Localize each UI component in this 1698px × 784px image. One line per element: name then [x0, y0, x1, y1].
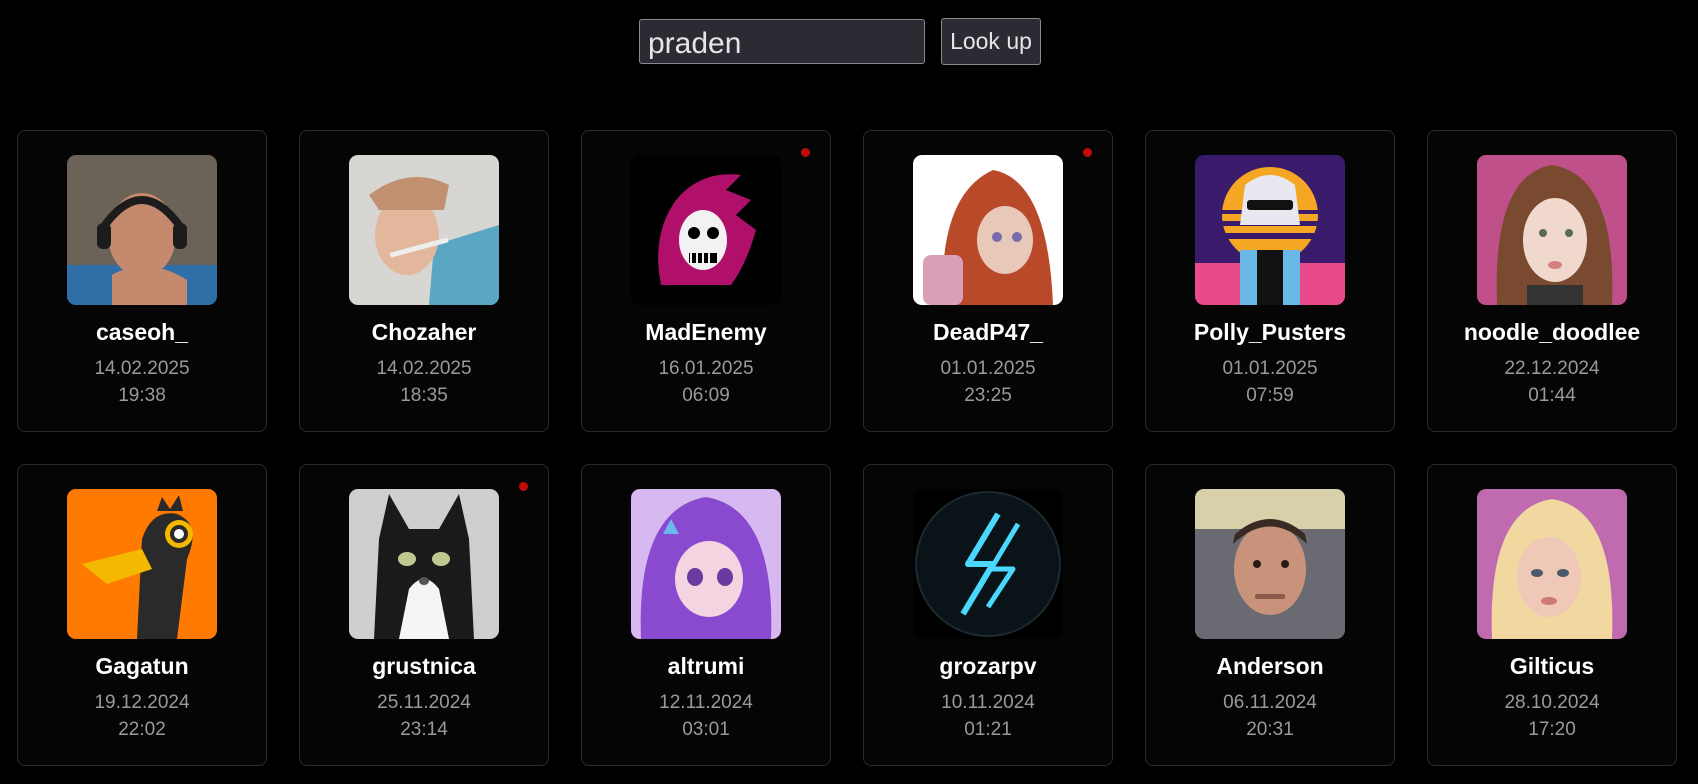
streamer-time: 23:25	[964, 385, 1012, 406]
streamer-date: 14.02.2025	[94, 358, 190, 379]
blonde-girl-avatar	[1477, 489, 1627, 639]
streamer-card[interactable]: DeadP47_ 01.01.2025 23:25	[863, 130, 1113, 432]
streamer-name: caseoh_	[95, 319, 189, 345]
look-up-button[interactable]: Look up	[941, 18, 1041, 65]
streamer-card[interactable]: Gilticus 28.10.2024 17:20	[1427, 464, 1677, 766]
streamer-card[interactable]: MadEnemy 16.01.2025 06:09	[581, 130, 831, 432]
streamer-grid: caseoh_ 14.02.2025 19:38 Chozaher 14.02.…	[17, 130, 1677, 766]
black-duck-avatar	[67, 489, 217, 639]
streamer-name: altrumi	[667, 653, 745, 679]
streamer-card[interactable]: altrumi 12.11.2024 03:01	[581, 464, 831, 766]
streamer-card[interactable]: noodle_doodlee 22.12.2024 01:44	[1427, 130, 1677, 432]
man-with-headphones-avatar	[67, 155, 217, 305]
search-input[interactable]	[639, 19, 925, 64]
streamer-card[interactable]: Anderson 06.11.2024 20:31	[1145, 464, 1395, 766]
streamer-name: Anderson	[1216, 653, 1324, 679]
streamer-card[interactable]: grozarpv 10.11.2024 01:21	[863, 464, 1113, 766]
live-indicator	[1083, 148, 1092, 157]
streamer-time: 18:35	[400, 385, 448, 406]
streamer-name: Chozaher	[371, 319, 477, 345]
streamer-time: 23:14	[400, 719, 448, 740]
man-on-pillow-avatar	[1195, 489, 1345, 639]
streamer-time: 07:59	[1246, 385, 1294, 406]
streamer-time: 17:20	[1528, 719, 1576, 740]
streamer-date: 25.11.2024	[377, 692, 471, 713]
streamer-card[interactable]: grustnica 25.11.2024 23:14	[299, 464, 549, 766]
streamer-name: grozarpv	[939, 653, 1037, 679]
streamer-date: 19.12.2024	[94, 692, 190, 713]
streamer-name: noodle_doodlee	[1463, 319, 1641, 345]
streamer-card[interactable]: Gagatun 19.12.2024 22:02	[17, 464, 267, 766]
streamer-date: 22.12.2024	[1504, 358, 1600, 379]
streamer-time: 01:44	[1528, 385, 1576, 406]
streamer-date: 28.10.2024	[1504, 692, 1600, 713]
live-indicator	[801, 148, 810, 157]
black-white-cat-avatar	[349, 489, 499, 639]
streamer-date: 10.11.2024	[941, 692, 1035, 713]
hooded-skull-avatar	[631, 155, 781, 305]
anime-redhead-avatar	[913, 155, 1063, 305]
streamer-card[interactable]: caseoh_ 14.02.2025 19:38	[17, 130, 267, 432]
streamer-name: grustnica	[372, 653, 476, 679]
streamer-date: 12.11.2024	[659, 692, 753, 713]
streamer-time: 19:38	[118, 385, 166, 406]
streamer-date: 01.01.2025	[1222, 358, 1318, 379]
streamer-name: MadEnemy	[645, 319, 767, 345]
streamer-name: Gagatun	[95, 653, 189, 679]
cosplay-girl-avatar	[1477, 155, 1627, 305]
streamer-date: 14.02.2025	[376, 358, 472, 379]
streamer-name: DeadP47_	[933, 319, 1043, 345]
streamer-name: Gilticus	[1509, 653, 1595, 679]
child-with-thermometer-avatar	[349, 155, 499, 305]
live-indicator	[519, 482, 528, 491]
streamer-name: Polly_Pusters	[1193, 319, 1347, 345]
streamer-date: 16.01.2025	[658, 358, 754, 379]
streamer-time: 01:21	[964, 719, 1012, 740]
synthwave-girl-avatar	[1195, 155, 1345, 305]
blue-lightning-avatar	[913, 489, 1063, 639]
anime-purple-hair-avatar	[631, 489, 781, 639]
streamer-card[interactable]: Chozaher 14.02.2025 18:35	[299, 130, 549, 432]
streamer-time: 20:31	[1246, 719, 1294, 740]
streamer-time: 22:02	[118, 719, 166, 740]
streamer-time: 03:01	[682, 719, 730, 740]
streamer-time: 06:09	[682, 385, 730, 406]
search-bar: Look up	[639, 18, 1041, 65]
streamer-card[interactable]: Polly_Pusters 01.01.2025 07:59	[1145, 130, 1395, 432]
streamer-date: 01.01.2025	[940, 358, 1036, 379]
streamer-date: 06.11.2024	[1223, 692, 1317, 713]
